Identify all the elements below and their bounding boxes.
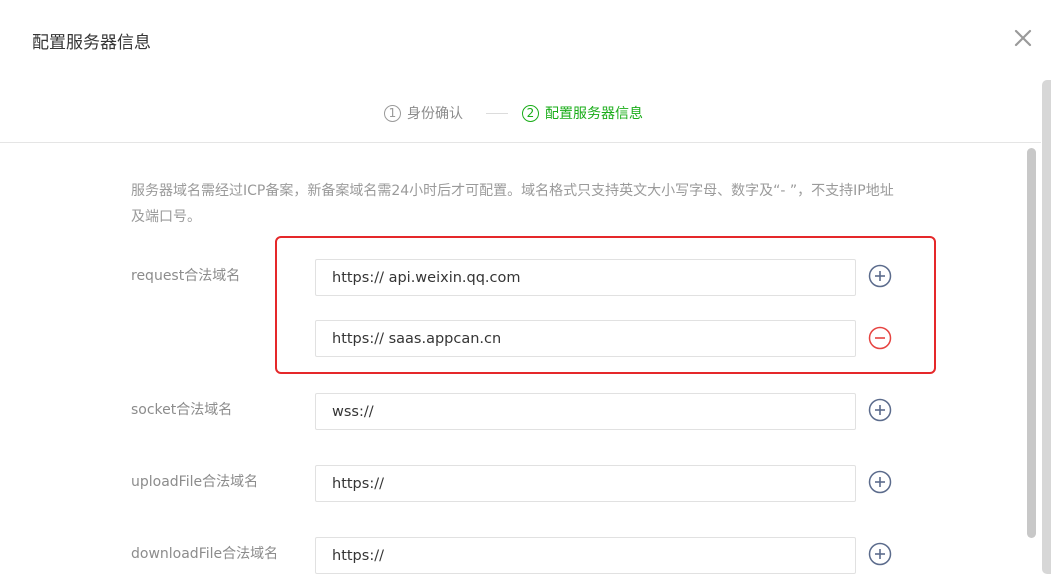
step-indicator: 1 身份确认 2 配置服务器信息 (0, 100, 1051, 126)
step-number-2: 2 (522, 104, 539, 122)
request-domain-input-1[interactable]: https:// api.weixin.qq.com (315, 259, 856, 296)
step-server-config: 2 配置服务器信息 (522, 100, 643, 126)
downloadfile-domain-input[interactable]: https:// (315, 537, 856, 574)
downloadfile-domain-label: downloadFile合法域名 (131, 546, 279, 562)
outer-scrollbar[interactable] (1042, 80, 1051, 574)
dialog-title: 配置服务器信息 (32, 33, 151, 53)
socket-domain-label: socket合法域名 (131, 402, 233, 418)
content-scrollbar[interactable] (1027, 148, 1036, 538)
socket-domain-input[interactable]: wss:// (315, 393, 856, 430)
header-divider (0, 142, 1041, 143)
close-icon[interactable] (1009, 24, 1037, 52)
step-number-1: 1 (384, 104, 401, 122)
plus-circle-icon[interactable] (868, 542, 892, 566)
plus-circle-icon[interactable] (868, 398, 892, 422)
config-server-dialog: 配置服务器信息 1 身份确认 2 配置服务器信息 服务器域名需经过ICP备案，新… (0, 0, 1051, 574)
uploadfile-domain-input[interactable]: https:// (315, 465, 856, 502)
uploadfile-domain-label: uploadFile合法域名 (131, 474, 259, 490)
step-label-2: 配置服务器信息 (545, 106, 643, 122)
step-identity: 1 身份确认 (384, 100, 463, 126)
domain-notice: 服务器域名需经过ICP备案，新备案域名需24小时后才可配置。域名格式只支持英文大… (131, 183, 894, 225)
step-connector (486, 113, 508, 114)
request-domain-label: request合法域名 (131, 268, 241, 284)
minus-circle-icon[interactable] (868, 326, 892, 350)
step-label-1: 身份确认 (407, 106, 463, 122)
request-domain-input-2[interactable]: https:// saas.appcan.cn (315, 320, 856, 357)
plus-circle-icon[interactable] (868, 470, 892, 494)
plus-circle-icon[interactable] (868, 264, 892, 288)
